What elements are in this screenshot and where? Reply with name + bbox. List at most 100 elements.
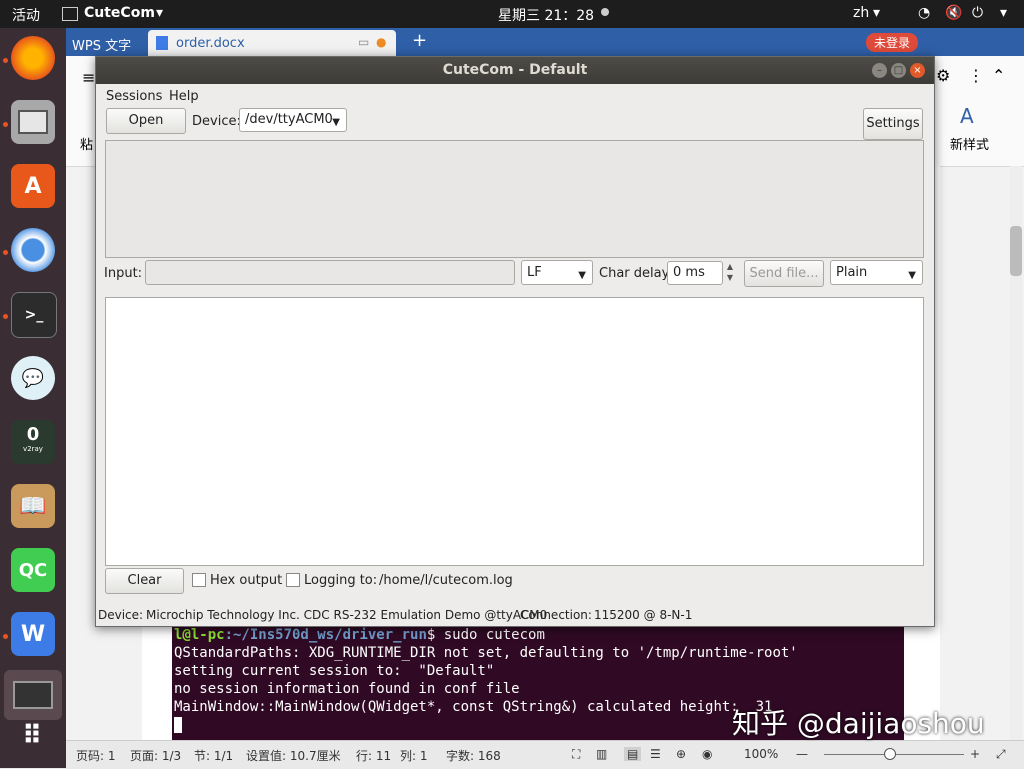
- status-col: 列: 1: [400, 749, 428, 763]
- hex-output-checkbox[interactable]: [192, 573, 206, 587]
- fullscreen-icon[interactable]: ⛶: [572, 747, 580, 762]
- clock[interactable]: 星期三 21：28: [498, 5, 594, 25]
- close-icon[interactable]: ×: [910, 63, 925, 78]
- page-view-icon[interactable]: ▤: [624, 747, 642, 761]
- menu-sessions[interactable]: Sessions: [106, 89, 162, 104]
- logging-checkbox[interactable]: [286, 573, 300, 587]
- log-path[interactable]: /home/l/cutecom.log: [379, 573, 513, 588]
- app-menu-button[interactable]: CuteCom: [84, 5, 155, 21]
- scrollbar-thumb[interactable]: [1010, 226, 1022, 276]
- login-button[interactable]: 未登录: [866, 33, 919, 52]
- zoom-level[interactable]: 100%: [744, 747, 778, 761]
- format-select[interactable]: Plain ▼: [830, 260, 923, 285]
- cutecom-window: CuteCom - Default – □ × Sessions Help Op…: [95, 56, 935, 627]
- spin-arrows-icon[interactable]: ▲ ▼: [723, 261, 737, 285]
- running-indicator: [3, 314, 8, 319]
- chevron-down-icon: ▾: [1000, 5, 1008, 21]
- wechat-icon[interactable]: 💬: [11, 356, 55, 400]
- settings-button[interactable]: Settings: [863, 108, 923, 140]
- window-title: CuteCom - Default: [442, 62, 588, 78]
- char-delay-spinbox[interactable]: 0 ms: [667, 261, 723, 285]
- input-field[interactable]: [145, 260, 515, 285]
- web-view-icon[interactable]: ⊕: [676, 747, 686, 761]
- format-value: Plain: [836, 265, 868, 280]
- status-row: 行: 11: [356, 749, 392, 763]
- zoom-in-button[interactable]: +: [970, 747, 980, 761]
- scrollbar[interactable]: [1010, 166, 1022, 740]
- char-delay-value: 0 ms: [673, 265, 705, 280]
- terminal-line: QStandardPaths: XDG_RUNTIME_DIR not set,…: [174, 645, 798, 661]
- wifi-icon[interactable]: ◔: [918, 5, 930, 21]
- menu-help[interactable]: Help: [169, 89, 199, 104]
- hex-output-label: Hex output: [210, 573, 283, 588]
- minimize-icon[interactable]: –: [872, 63, 887, 78]
- collapse-icon[interactable]: ⌃: [992, 66, 1005, 85]
- monitor-shape: [13, 681, 53, 709]
- status-device-label: Device:: [98, 608, 144, 622]
- wps-app-tab[interactable]: WPS 文字: [72, 35, 131, 54]
- terminal-line: no session information found in conf fil…: [174, 681, 520, 697]
- power-icon[interactable]: ⏻: [972, 5, 983, 21]
- v2ray-icon[interactable]: 0 v2ray: [11, 420, 55, 464]
- wps-tab-bar: WPS 文字 order.docx ▭ ● + 未登录: [66, 28, 1024, 56]
- app-menu-icon: [62, 7, 78, 21]
- more-icon[interactable]: ⋮: [968, 66, 984, 85]
- doc-tab[interactable]: order.docx ▭ ●: [148, 30, 396, 56]
- gear-icon[interactable]: ⚙: [936, 66, 950, 85]
- clear-button[interactable]: Clear: [105, 568, 184, 594]
- menu-icon[interactable]: ≡: [82, 68, 95, 87]
- send-file-button[interactable]: Send file...: [744, 260, 824, 287]
- device-select[interactable]: /dev/ttyACM0 ▼: [239, 108, 347, 132]
- eye-icon[interactable]: ◉: [702, 747, 712, 761]
- maximize-icon[interactable]: □: [891, 63, 906, 78]
- drawer-shape: [18, 110, 48, 134]
- book-view-icon[interactable]: ▥: [596, 747, 607, 761]
- watermark: 知乎 @daijiaoshou: [732, 707, 985, 740]
- terminal-command: $ sudo cutecom: [426, 627, 545, 643]
- volume-muted-icon[interactable]: 🔇: [945, 5, 962, 21]
- new-style-button[interactable]: 新样式: [950, 134, 989, 153]
- status-connection-label: Connection:: [520, 608, 592, 622]
- chromium-icon[interactable]: [11, 228, 55, 272]
- monitor-icon[interactable]: ▭: [358, 35, 369, 49]
- unsaved-dot-icon: ●: [376, 35, 387, 49]
- paste-label[interactable]: 粘: [80, 134, 93, 153]
- running-indicator: [3, 250, 8, 255]
- chevron-down-icon: ▼: [908, 270, 916, 281]
- zoom-fit-icon[interactable]: ⤢: [996, 747, 1006, 762]
- char-delay-label: Char delay:: [599, 266, 673, 281]
- firefox-icon[interactable]: [11, 36, 55, 80]
- chevron-down-icon: ▾: [156, 5, 164, 21]
- status-page: 页面: 1/3: [130, 749, 182, 763]
- status-page-num: 页码: 1: [76, 749, 116, 763]
- book-glyph: 📖: [19, 493, 47, 519]
- files-icon[interactable]: [11, 100, 55, 144]
- wps-label: W: [20, 621, 46, 647]
- input-method-button[interactable]: zh: [853, 5, 869, 21]
- apps-grid-icon[interactable]: ⠿: [11, 714, 55, 758]
- qt-creator-icon[interactable]: QC: [11, 548, 55, 592]
- settings-panel: [105, 140, 924, 258]
- wps-icon[interactable]: W: [11, 612, 55, 656]
- dock: A >_ 💬 0 v2ray 📖 QC W ⠿: [0, 28, 66, 768]
- device-label: Device:: [192, 114, 241, 129]
- line-ending-select[interactable]: LF ▼: [521, 260, 593, 285]
- outline-view-icon[interactable]: ☰: [650, 747, 661, 761]
- zoom-slider-handle[interactable]: [884, 748, 896, 760]
- software-icon[interactable]: A: [11, 164, 55, 208]
- doc-tab-label: order.docx: [176, 36, 245, 51]
- activities-button[interactable]: 活动: [12, 5, 40, 25]
- reader-icon[interactable]: 📖: [11, 484, 55, 528]
- doc-icon: [156, 36, 168, 50]
- wps-status-bar: 页码: 1 页面: 1/3 节: 1/1 设置值: 10.7厘米 行: 11 列…: [66, 740, 1024, 769]
- chevron-down-icon: ▾: [873, 5, 881, 21]
- notification-dot-icon: [601, 8, 609, 16]
- add-tab-button[interactable]: +: [412, 30, 427, 51]
- top-bar: 活动 CuteCom ▾ 星期三 21：28 zh ▾ ◔ 🔇 ⏻ ▾: [0, 0, 1024, 28]
- window-titlebar[interactable]: CuteCom - Default: [96, 57, 934, 84]
- terminal-icon[interactable]: >_: [11, 292, 57, 338]
- zoom-out-button[interactable]: —: [796, 747, 808, 761]
- output-area[interactable]: [105, 297, 924, 566]
- open-button[interactable]: Open: [106, 108, 186, 134]
- screen-icon[interactable]: [4, 670, 62, 720]
